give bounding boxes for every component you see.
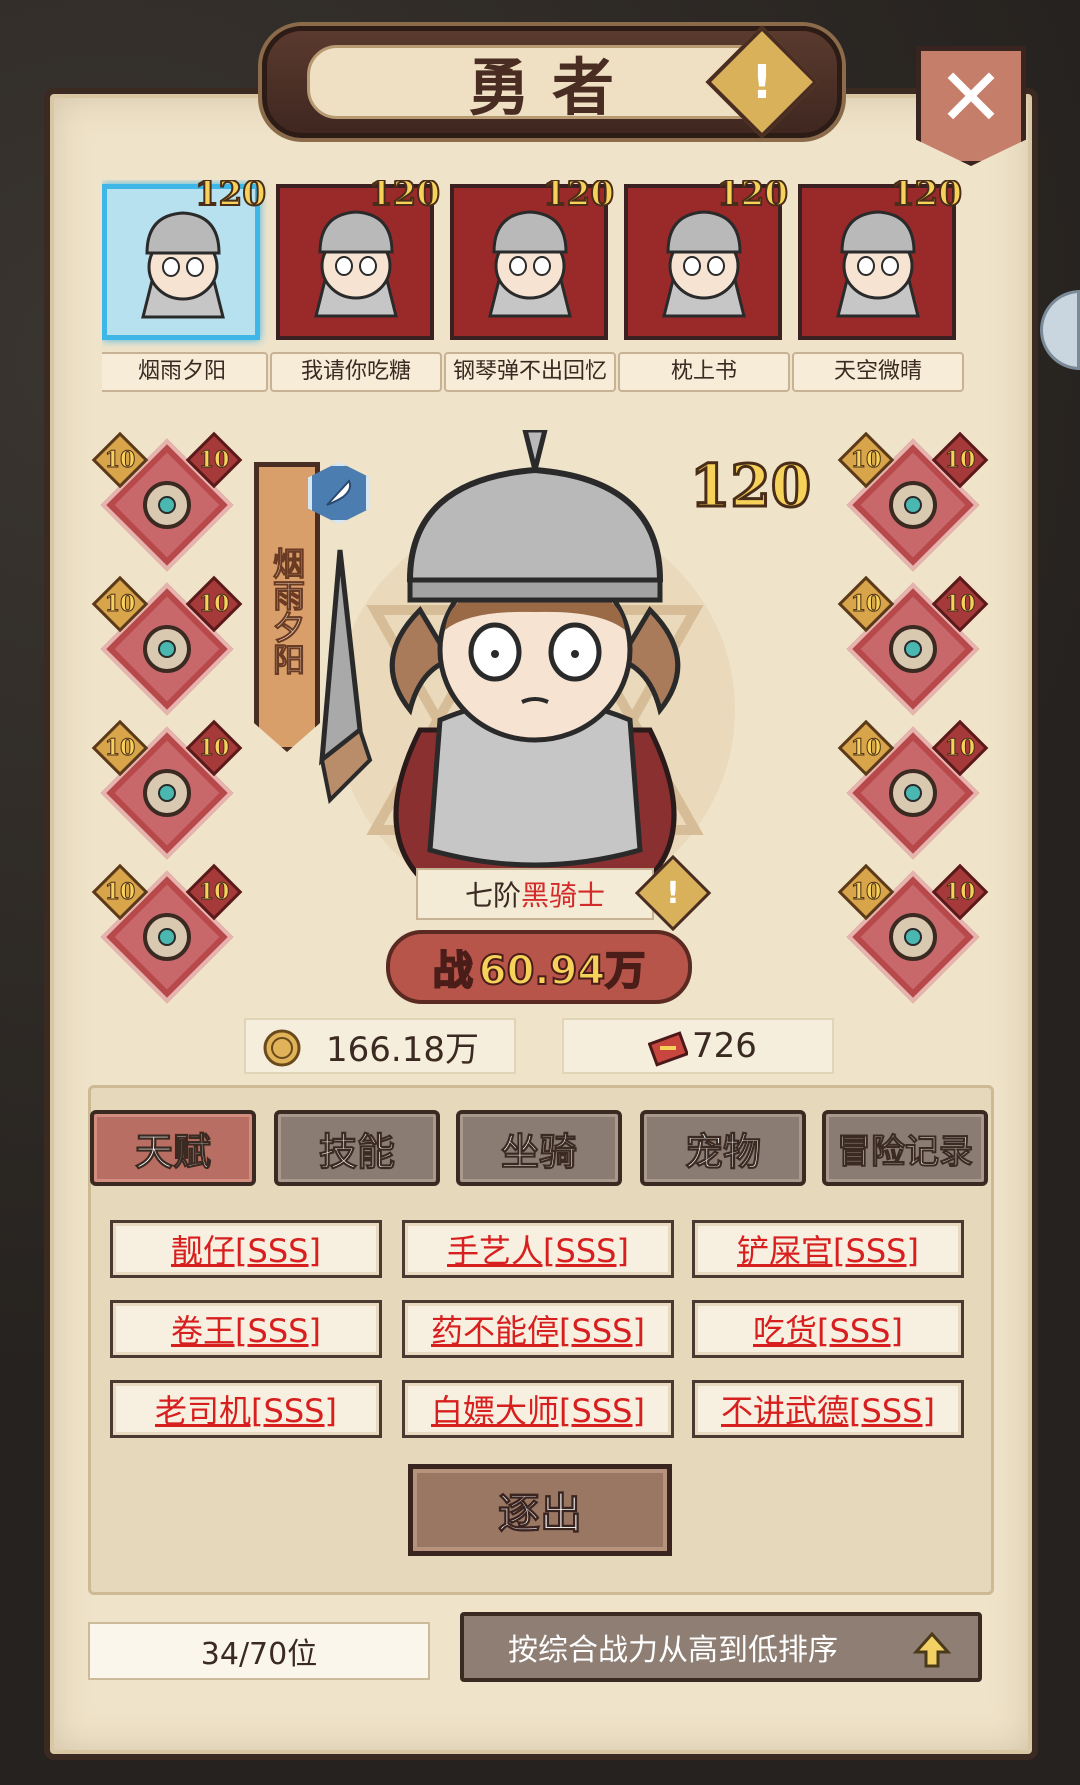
- star-badge: 10: [91, 863, 149, 921]
- ticket-stat: 726: [562, 1018, 834, 1074]
- hero-card-name: 天空微晴: [792, 352, 964, 392]
- hero-level: 120: [688, 451, 812, 522]
- combat-power-value: 60.94万: [478, 947, 647, 995]
- level-badge: 10: [931, 575, 989, 633]
- ticket-icon: [648, 1031, 688, 1067]
- talent-item[interactable]: 药不能停[SSS]: [402, 1300, 674, 1358]
- equip-slot-ring[interactable]: 10 10: [837, 575, 989, 716]
- hero-card-name: 烟雨夕阳: [102, 352, 268, 392]
- close-icon: ✕: [937, 51, 1005, 144]
- class-rank: 七阶: [464, 879, 521, 912]
- expel-button[interactable]: 逐出: [408, 1464, 672, 1556]
- equip-slot-armor[interactable]: 10 10: [91, 575, 243, 716]
- hero-card-name: 我请你吃糖: [270, 352, 442, 392]
- hero-card-name: 钢琴弹不出回忆: [444, 352, 616, 392]
- hero-card-level: 120: [368, 180, 441, 215]
- equip-slot-boots[interactable]: 10 10: [91, 863, 243, 1004]
- hero-card[interactable]: 120 天空微晴: [792, 180, 964, 400]
- tab-3[interactable]: 宠物: [640, 1110, 806, 1186]
- star-badge: 10: [837, 719, 895, 777]
- gold-coin-icon: [263, 1029, 301, 1067]
- hero-card[interactable]: 120 烟雨夕阳: [102, 180, 268, 400]
- arrow-up-icon: [912, 1631, 952, 1668]
- hero-card[interactable]: 120 我请你吃糖: [270, 180, 442, 400]
- equip-slot-weapon[interactable]: 10 10: [91, 431, 243, 572]
- level-badge: 10: [931, 431, 989, 489]
- hero-card[interactable]: 120 钢琴弹不出回忆: [444, 180, 616, 400]
- combat-power-label: 战: [432, 947, 474, 995]
- talent-item[interactable]: 白嫖大师[SSS]: [402, 1380, 674, 1438]
- tab-1[interactable]: 技能: [274, 1110, 440, 1186]
- equip-slot-cloak[interactable]: 10 10: [837, 863, 989, 1004]
- gold-stat: 166.18万: [244, 1018, 516, 1074]
- star-badge: 10: [837, 575, 895, 633]
- star-badge: 10: [91, 431, 149, 489]
- gold-value: 166.18万: [326, 1029, 479, 1070]
- hero-card-level: 120: [194, 180, 267, 215]
- level-badge: 10: [931, 863, 989, 921]
- talent-item[interactable]: 靓仔[SSS]: [110, 1220, 382, 1278]
- level-badge: 10: [185, 431, 243, 489]
- hero-count: 34/70位: [88, 1622, 430, 1680]
- hero-card-level: 120: [542, 180, 615, 215]
- equip-slot-shoulder[interactable]: 10 10: [837, 719, 989, 860]
- page-title: 勇者: [467, 51, 636, 124]
- star-badge: 10: [91, 719, 149, 777]
- class-name: 黑骑士: [521, 879, 606, 912]
- hero-card-level: 120: [716, 180, 789, 215]
- combat-power: 战 60.94万: [386, 930, 692, 1004]
- star-badge: 10: [837, 863, 895, 921]
- tab-2[interactable]: 坐骑: [456, 1110, 622, 1186]
- hero-card-name: 枕上书: [618, 352, 790, 392]
- level-badge: 10: [185, 719, 243, 777]
- talent-item[interactable]: 卷王[SSS]: [110, 1300, 382, 1358]
- tab-0[interactable]: 天赋: [90, 1110, 256, 1186]
- level-badge: 10: [185, 575, 243, 633]
- sort-button[interactable]: 按综合战力从高到低排序: [460, 1612, 982, 1682]
- talent-item[interactable]: 手艺人[SSS]: [402, 1220, 674, 1278]
- hero-roster[interactable]: 120 烟雨夕阳 120 我请你吃糖 120 钢琴弹不出回忆 120 枕上书 120 天空微晴: [102, 180, 990, 400]
- star-badge: 10: [91, 575, 149, 633]
- equip-slot-helmet[interactable]: 10 10: [91, 719, 243, 860]
- level-badge: 10: [931, 719, 989, 777]
- talent-item[interactable]: 铲屎官[SSS]: [692, 1220, 964, 1278]
- level-badge: 10: [185, 863, 243, 921]
- ticket-value: 726: [692, 1026, 757, 1066]
- sort-label: 按综合战力从高到低排序: [508, 1633, 838, 1668]
- tab-4[interactable]: 冒险记录: [822, 1110, 988, 1186]
- hero-card-level: 120: [890, 180, 963, 215]
- talent-item[interactable]: 吃货[SSS]: [692, 1300, 964, 1358]
- star-badge: 10: [837, 431, 895, 489]
- equip-slot-necklace[interactable]: 10 10: [837, 431, 989, 572]
- class-plate: 七阶 黑骑士: [416, 868, 654, 920]
- hero-card[interactable]: 120 枕上书: [618, 180, 790, 400]
- talent-item[interactable]: 不讲武德[SSS]: [692, 1380, 964, 1438]
- talent-item[interactable]: 老司机[SSS]: [110, 1380, 382, 1438]
